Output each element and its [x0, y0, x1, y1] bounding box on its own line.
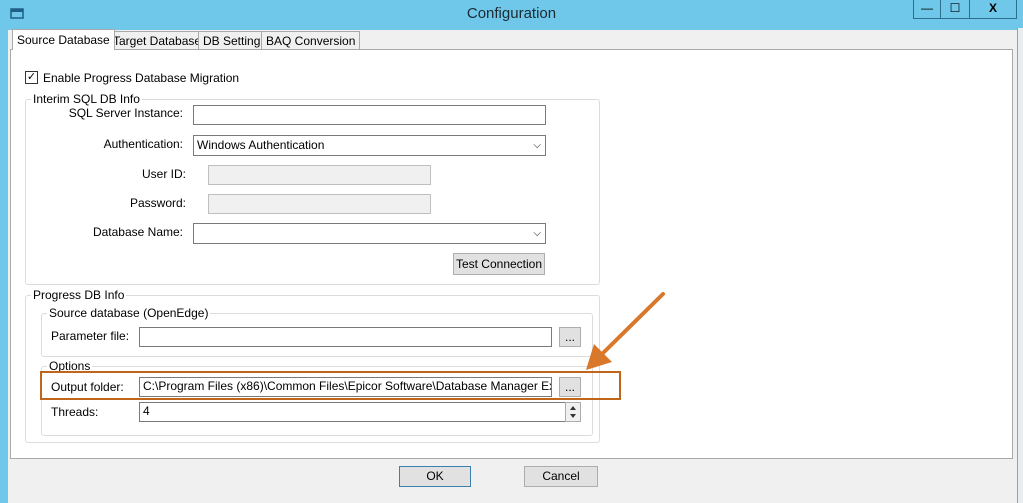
authentication-label: Authentication: [103, 137, 183, 151]
maximize-button[interactable]: ☐ [940, 0, 970, 19]
database-name-label: Database Name: [92, 225, 183, 239]
dialog-footer: OK Cancel [8, 459, 1017, 503]
authentication-value: Windows Authentication [197, 138, 325, 152]
parameter-file-label: Parameter file: [51, 329, 130, 343]
options-group-title: Options [47, 359, 93, 373]
output-folder-label: Output folder: [51, 380, 124, 394]
annotation-arrow-icon [586, 292, 665, 370]
parameter-file-browse-button[interactable]: ... [559, 327, 581, 347]
password-input[interactable] [208, 194, 431, 214]
progress-db-group-title: Progress DB Info [31, 288, 127, 302]
threads-label: Threads: [51, 405, 99, 419]
source-database-group-title: Source database (OpenEdge) [47, 306, 211, 320]
threads-stepper[interactable] [565, 402, 581, 422]
checkmark-icon: ✓ [26, 71, 37, 83]
minimize-button[interactable]: — [913, 0, 941, 19]
tab-db-setting[interactable]: DB Setting [198, 31, 266, 50]
output-folder-input[interactable]: C:\Program Files (x86)\Common Files\Epic… [139, 377, 552, 397]
sql-server-label: SQL Server Instance: [68, 106, 183, 120]
chevron-down-icon: ⌵ [533, 228, 541, 239]
window-title: Configuration [466, 5, 557, 22]
window-edge [1017, 28, 1023, 503]
stepper-arrows-icon [570, 406, 576, 418]
threads-input[interactable]: 4 [139, 402, 570, 422]
chevron-down-icon: ⌵ [533, 140, 541, 151]
client-area: Source Database Target Database DB Setti… [8, 29, 1017, 503]
password-label: Password: [129, 196, 186, 210]
userid-label: User ID: [141, 167, 186, 181]
sql-server-input[interactable] [193, 105, 546, 125]
ok-button[interactable]: OK [399, 466, 471, 487]
tab-page-source-database: ✓ Enable Progress Database Migration Int… [10, 49, 1013, 459]
database-name-select[interactable]: ⌵ [193, 223, 546, 244]
tab-target-database[interactable]: Target Database [108, 31, 207, 50]
close-button[interactable]: X [969, 0, 1017, 19]
test-connection-button[interactable]: Test Connection [453, 253, 545, 275]
output-folder-browse-button[interactable]: ... [559, 377, 581, 397]
authentication-select[interactable]: Windows Authentication ⌵ [193, 135, 546, 156]
tab-source-database[interactable]: Source Database [12, 29, 115, 50]
cancel-button[interactable]: Cancel [524, 466, 598, 487]
tab-baq-conversion[interactable]: BAQ Conversion [261, 31, 361, 50]
interim-sql-group-title: Interim SQL DB Info [31, 92, 142, 106]
enable-migration-label: Enable Progress Database Migration [43, 71, 240, 85]
userid-input[interactable] [208, 165, 431, 185]
parameter-file-input[interactable] [139, 327, 552, 347]
enable-migration-checkbox[interactable]: ✓ [25, 71, 38, 84]
